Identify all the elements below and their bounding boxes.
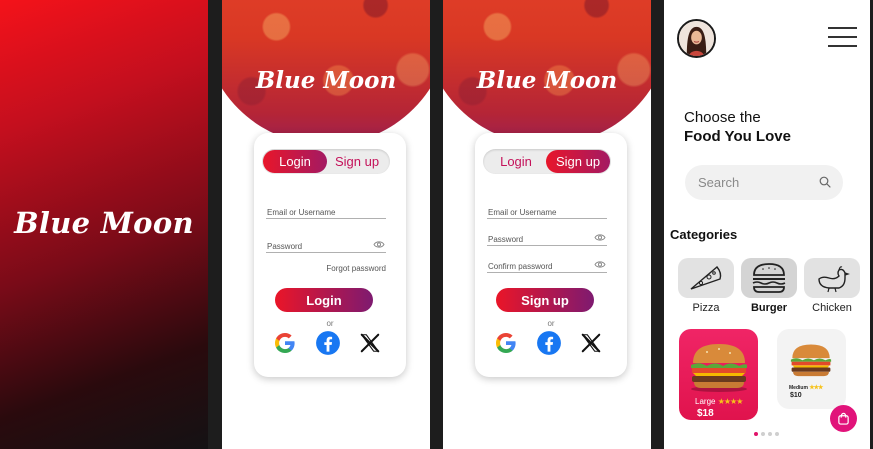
auth-toggle: Login Sign up <box>262 149 390 174</box>
tab-login[interactable]: Login <box>484 150 548 173</box>
confirm-password-field[interactable]: Confirm password <box>487 259 607 273</box>
hero-brand-title: Blue Moon <box>255 67 397 94</box>
auth-toggle: Login Sign up <box>483 149 611 174</box>
tab-login[interactable]: Login <box>263 150 327 173</box>
cart-button[interactable] <box>830 405 857 432</box>
google-icon[interactable] <box>493 331 519 355</box>
login-screen: Blue Moon Login Sign up Email or Usernam… <box>222 0 430 449</box>
password-field[interactable]: Password <box>487 232 607 246</box>
carousel-pagination <box>754 432 779 436</box>
product-size: Medium ★★★ <box>789 385 823 391</box>
product-price: $18 <box>697 408 714 419</box>
categories-heading: Categories <box>670 227 738 242</box>
password-field-label: Password <box>488 235 524 244</box>
category-chicken[interactable] <box>804 258 860 298</box>
splash-screen: Blue Moon <box>0 0 208 449</box>
rating-stars: ★★★★ <box>717 397 744 406</box>
splash-brand-title: Blue Moon <box>14 206 194 240</box>
search-icon[interactable] <box>819 176 831 188</box>
pizza-icon <box>690 266 722 290</box>
category-label-burger: Burger <box>750 302 788 314</box>
greeting-line-2: Food You Love <box>684 128 791 145</box>
hamburger-menu-icon[interactable] <box>828 27 857 47</box>
tab-signup[interactable]: Sign up <box>546 150 610 173</box>
carousel-dot[interactable] <box>754 432 758 436</box>
or-divider: or <box>547 319 555 328</box>
eye-icon[interactable] <box>594 233 606 242</box>
burger-photo-icon <box>790 344 832 377</box>
rating-stars: ★★★ <box>809 385 823 391</box>
facebook-icon[interactable] <box>315 330 341 356</box>
eye-icon[interactable] <box>373 240 385 249</box>
forgot-password-link[interactable]: Forgot password <box>326 264 386 273</box>
product-price: $10 <box>790 392 802 399</box>
search-placeholder: Search <box>698 175 740 190</box>
category-burger[interactable] <box>741 258 797 298</box>
greeting-line-1: Choose the <box>684 109 761 126</box>
facebook-icon[interactable] <box>536 330 562 356</box>
signup-card: Login Sign up Email or Username Password… <box>475 133 627 377</box>
tab-signup[interactable]: Sign up <box>325 150 389 173</box>
search-input[interactable]: Search <box>685 165 843 200</box>
password-field-label: Password <box>267 242 303 251</box>
email-field[interactable]: Email or Username <box>266 205 386 219</box>
password-field[interactable]: Password <box>266 239 386 253</box>
category-label-chicken: Chicken <box>812 302 852 314</box>
x-icon[interactable] <box>358 332 382 354</box>
burger-photo-icon <box>691 344 747 392</box>
email-field-label: Email or Username <box>488 208 557 217</box>
avatar-portrait-icon <box>679 21 714 56</box>
confirm-password-field-label: Confirm password <box>488 262 553 271</box>
chicken-icon <box>818 266 850 293</box>
carousel-dot[interactable] <box>768 432 772 436</box>
signup-button[interactable]: Sign up <box>496 288 594 312</box>
category-label-pizza: Pizza <box>692 302 720 314</box>
login-button[interactable]: Login <box>275 288 373 312</box>
eye-icon[interactable] <box>594 260 606 269</box>
email-field-label: Email or Username <box>267 208 336 217</box>
shopping-bag-icon <box>838 412 849 425</box>
carousel-dot[interactable] <box>761 432 765 436</box>
or-divider: or <box>326 319 334 328</box>
product-card-medium-burger[interactable]: Medium ★★★ $10 <box>777 329 846 409</box>
product-size: Large ★★★★ <box>695 397 744 406</box>
avatar[interactable] <box>677 19 716 58</box>
social-login-row <box>493 331 603 355</box>
signup-screen: Blue Moon Login Sign up Email or Usernam… <box>443 0 651 449</box>
burger-icon <box>752 263 786 293</box>
category-pizza[interactable] <box>678 258 734 298</box>
product-card-large-burger[interactable]: Large ★★★★ $18 <box>679 329 758 420</box>
x-icon[interactable] <box>579 332 603 354</box>
social-login-row <box>272 331 382 355</box>
carousel-dot[interactable] <box>775 432 779 436</box>
design-mockup-canvas: Blue Moon Blue Moon Login Sign up Email … <box>0 0 873 449</box>
home-screen: Choose the Food You Love Search Categori… <box>664 0 870 449</box>
login-card: Login Sign up Email or Username Password… <box>254 133 406 377</box>
google-icon[interactable] <box>272 331 298 355</box>
email-field[interactable]: Email or Username <box>487 205 607 219</box>
hero-brand-title: Blue Moon <box>476 67 618 94</box>
